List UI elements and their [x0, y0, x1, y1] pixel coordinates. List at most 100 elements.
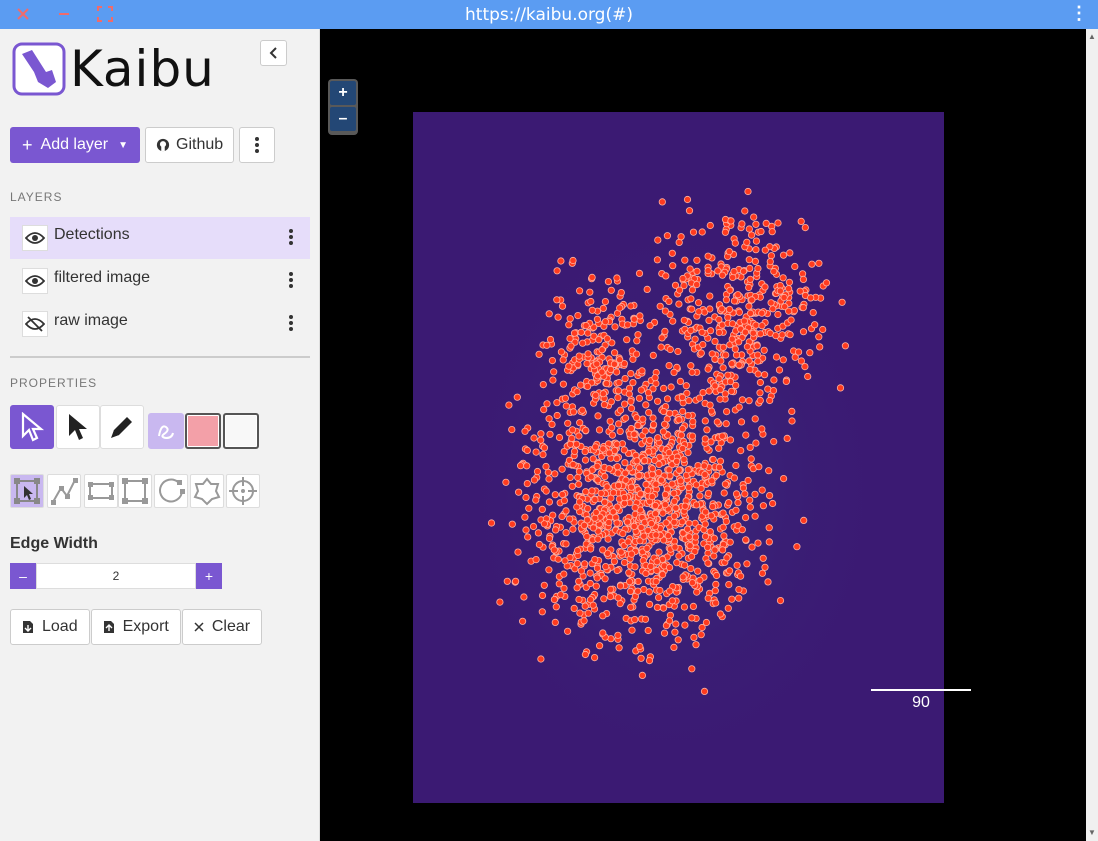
detection-point[interactable] — [533, 467, 542, 476]
detection-point[interactable] — [633, 457, 641, 465]
detection-point[interactable] — [687, 326, 695, 334]
detection-point[interactable] — [761, 283, 769, 291]
detection-point[interactable] — [625, 390, 633, 398]
detection-point[interactable] — [788, 407, 796, 415]
detection-point[interactable] — [741, 490, 749, 498]
detection-point[interactable] — [582, 322, 590, 330]
detection-point[interactable] — [797, 217, 805, 226]
detection-point[interactable] — [593, 360, 601, 368]
detection-point[interactable] — [613, 519, 621, 527]
detection-point[interactable] — [545, 534, 554, 543]
detection-point[interactable] — [603, 335, 611, 343]
detection-point[interactable] — [745, 283, 753, 292]
freehand-tool-button[interactable] — [148, 413, 184, 449]
detection-point[interactable] — [696, 576, 704, 584]
detection-point[interactable] — [801, 224, 809, 232]
eye-off-icon[interactable] — [22, 311, 48, 337]
detection-point[interactable] — [616, 427, 624, 435]
detection-point[interactable] — [641, 615, 650, 623]
detection-point[interactable] — [577, 567, 585, 575]
draw-tool-button[interactable] — [100, 405, 144, 449]
detection-point[interactable] — [698, 228, 706, 236]
detection-point[interactable] — [551, 470, 559, 478]
detection-point[interactable] — [530, 476, 539, 484]
detection-point[interactable] — [586, 596, 595, 604]
detection-point[interactable] — [704, 594, 712, 602]
detection-point[interactable] — [564, 419, 572, 427]
scroll-up-icon[interactable]: ▲ — [1088, 33, 1096, 41]
detection-point[interactable] — [535, 350, 543, 358]
detection-point[interactable] — [627, 397, 635, 406]
detection-point[interactable] — [540, 581, 548, 589]
detection-point[interactable] — [685, 533, 693, 541]
detection-point[interactable] — [716, 610, 724, 618]
detection-point[interactable] — [594, 535, 602, 543]
detection-point[interactable] — [697, 631, 705, 639]
detection-point[interactable] — [608, 431, 616, 439]
edge-width-input[interactable]: 2 — [36, 563, 196, 589]
detection-point[interactable] — [742, 536, 750, 544]
detection-point[interactable] — [752, 321, 760, 329]
layer-menu-icon[interactable] — [288, 271, 294, 294]
detection-point[interactable] — [719, 364, 727, 372]
detection-point[interactable] — [663, 395, 672, 403]
detection-point[interactable] — [599, 612, 607, 620]
detection-point[interactable] — [655, 548, 663, 556]
detection-point[interactable] — [579, 339, 587, 347]
detection-point[interactable] — [735, 338, 743, 346]
detection-point[interactable] — [538, 608, 546, 616]
detection-point[interactable] — [725, 580, 733, 589]
detection-point[interactable] — [675, 416, 683, 424]
detection-point[interactable] — [588, 273, 596, 281]
detection-point[interactable] — [704, 252, 712, 260]
detection-point[interactable] — [521, 427, 529, 435]
detection-point[interactable] — [602, 562, 610, 571]
detection-point[interactable] — [608, 424, 616, 432]
detection-point[interactable] — [724, 604, 732, 612]
detection-point[interactable] — [685, 207, 694, 215]
detection-point[interactable] — [566, 440, 574, 448]
detection-point[interactable] — [754, 370, 762, 378]
detection-point[interactable] — [626, 578, 634, 586]
detection-point[interactable] — [745, 302, 753, 310]
detection-point[interactable] — [679, 573, 687, 581]
detection-point[interactable] — [519, 617, 527, 625]
detection-point[interactable] — [785, 307, 793, 315]
detection-point[interactable] — [799, 328, 808, 336]
detection-point[interactable] — [735, 308, 743, 316]
detection-point[interactable] — [550, 595, 558, 604]
detection-point[interactable] — [747, 231, 756, 239]
detection-point[interactable] — [741, 328, 749, 336]
detection-point[interactable] — [725, 499, 733, 507]
detection-point[interactable] — [738, 220, 746, 228]
detection-point[interactable] — [754, 539, 762, 547]
detection-point[interactable] — [657, 343, 665, 351]
detection-point[interactable] — [593, 315, 601, 323]
detection-point[interactable] — [699, 341, 707, 349]
detection-point[interactable] — [640, 532, 648, 540]
detection-point[interactable] — [770, 437, 778, 446]
detection-point[interactable] — [659, 604, 668, 612]
detection-point[interactable] — [683, 525, 692, 533]
detection-point[interactable] — [700, 462, 708, 470]
detection-point[interactable] — [718, 305, 726, 313]
detection-point[interactable] — [543, 341, 551, 349]
detection-point[interactable] — [523, 446, 531, 454]
detection-point[interactable] — [656, 302, 664, 310]
detection-point[interactable] — [584, 382, 592, 390]
detection-point[interactable] — [591, 443, 600, 451]
detection-point[interactable] — [772, 353, 781, 361]
detection-point[interactable] — [719, 343, 727, 351]
detection-point[interactable] — [725, 305, 734, 313]
detection-point[interactable] — [564, 627, 572, 635]
detection-point[interactable] — [655, 468, 663, 477]
load-button[interactable]: Load — [10, 609, 90, 645]
detection-point[interactable] — [772, 332, 780, 340]
detection-point[interactable] — [675, 300, 683, 308]
detection-point[interactable] — [707, 407, 716, 415]
detection-point[interactable] — [652, 480, 660, 488]
detection-point[interactable] — [651, 374, 659, 382]
detection-point[interactable] — [767, 252, 775, 260]
detection-point[interactable] — [624, 538, 632, 546]
detection-point[interactable] — [581, 560, 589, 568]
